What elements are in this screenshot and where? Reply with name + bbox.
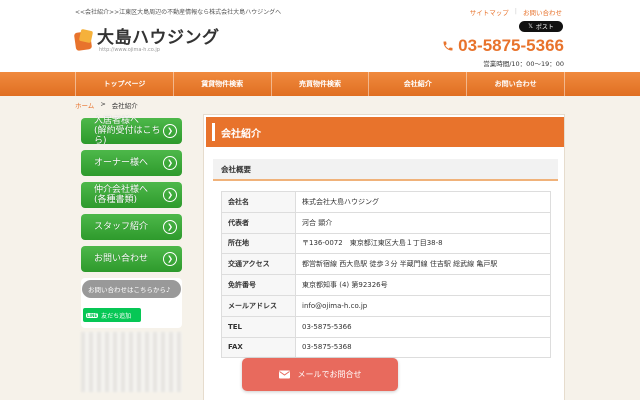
- business-hours: 営業時間/10：00～19：00: [483, 60, 564, 68]
- sidebar-button-label: 仲介会社様へ (各種書類): [94, 185, 149, 205]
- sidebar-owners-button[interactable]: オーナー様へ ❯: [81, 150, 182, 176]
- row-value: 03-5875-5368: [295, 336, 551, 359]
- chevron-right-icon: ❯: [163, 252, 177, 266]
- table-row: 交通アクセス 都営新宿線 西大島駅 徒歩３分 半蔵門線 住吉駅 総武線 亀戸駅: [221, 253, 551, 276]
- x-icon: 𝕏: [528, 23, 533, 30]
- row-label: 所在地: [221, 232, 296, 255]
- sidebar-staff-button[interactable]: スタッフ紹介 ❯: [81, 214, 182, 240]
- line-bubble: お問い合わせはこちらから♪: [82, 280, 181, 298]
- phone-icon: [443, 41, 453, 51]
- table-row: メールアドレス info@ojima-h.co.jp: [221, 294, 551, 317]
- row-label: 会社名: [221, 191, 296, 213]
- phone-text: 03-5875-5366: [458, 36, 564, 55]
- breadcrumb-separator: >: [100, 100, 106, 108]
- chevron-right-icon: ❯: [163, 124, 177, 138]
- row-value: 河合 顕介: [295, 211, 551, 234]
- line-icon: LINE: [86, 312, 99, 318]
- table-row: 代表者 河合 顕介: [221, 211, 551, 234]
- logo-name: 大島ハウジング: [97, 28, 220, 48]
- line-box: お問い合わせはこちらから♪ LINE 友だち追加: [81, 278, 182, 328]
- sidebar-button-label: スタッフ紹介: [94, 222, 149, 232]
- row-label: FAX: [221, 336, 296, 359]
- row-label: 交通アクセス: [221, 253, 296, 276]
- mail-contact-label: メールでお問合せ: [297, 370, 362, 379]
- table-row: 会社名 株式会社大島ハウジング: [221, 191, 551, 213]
- table-row: TEL 03-5875-5366: [221, 315, 551, 338]
- sidebar-button-label: お問い合わせ: [94, 254, 149, 264]
- sidebar-contact-button[interactable]: お問い合わせ ❯: [81, 246, 182, 272]
- utility-links: サイトマップ | お問い合わせ: [470, 7, 562, 17]
- row-value: info@ojima-h.co.jp: [295, 294, 551, 317]
- row-label: メールアドレス: [221, 294, 296, 317]
- qr-code: [81, 332, 182, 392]
- row-label: 免許番号: [221, 274, 296, 296]
- sidebar-agents-button[interactable]: 仲介会社様へ (各種書類) ❯: [81, 182, 182, 208]
- sidebar-button-label: オーナー様へ: [94, 158, 149, 168]
- nav-rental-search[interactable]: 賃貸物件検索: [172, 72, 271, 96]
- nav-company[interactable]: 会社紹介: [368, 72, 466, 96]
- page-title: 会社紹介: [221, 128, 261, 140]
- x-post-button[interactable]: 𝕏 ポスト: [519, 21, 563, 32]
- contact-link[interactable]: お問い合わせ: [523, 7, 562, 17]
- nav-contact[interactable]: お問い合わせ: [466, 72, 565, 96]
- chevron-right-icon: ❯: [163, 188, 177, 202]
- sidebar-button-label: 入居者様へ (解約受付はこちら): [94, 116, 161, 146]
- sidebar: 入居者様へ (解約受付はこちら) ❯ オーナー様へ ❯ 仲介会社様へ (各種書類…: [81, 116, 184, 392]
- row-value: 都営新宿線 西大島駅 徒歩３分 半蔵門線 住吉駅 総武線 亀戸駅: [295, 253, 551, 276]
- site-tagline: <<会社紹介>>江東区大島周辺の不動産情報なら株式会社大島ハウジングへ: [75, 9, 282, 16]
- table-row: 免許番号 東京都知事 (4) 第92326号: [221, 274, 551, 296]
- mail-contact-button[interactable]: メールでお問合せ: [242, 358, 398, 391]
- divider: |: [514, 7, 517, 15]
- breadcrumb-current: 会社紹介: [111, 102, 138, 110]
- chevron-right-icon: ❯: [163, 220, 177, 234]
- site-logo[interactable]: 大島ハウジング http://www.ojima-h.co.jp: [73, 28, 220, 53]
- phone-number[interactable]: 03-5875-5366: [442, 36, 564, 56]
- breadcrumb: ホーム > 会社紹介: [75, 100, 138, 110]
- line-add-label: 友だち追加: [101, 312, 132, 320]
- mail-icon: [278, 370, 290, 379]
- page-header: 会社紹介: [206, 117, 564, 147]
- row-value: 03-5875-5366: [295, 315, 551, 338]
- sitemap-link[interactable]: サイトマップ: [470, 7, 509, 17]
- x-post-label: ポスト: [535, 24, 554, 31]
- line-add-friend-button[interactable]: LINE 友だち追加: [83, 308, 141, 322]
- site-header: <<会社紹介>>江東区大島周辺の不動産情報なら株式会社大島ハウジングへ サイトマ…: [0, 0, 640, 72]
- nav-top[interactable]: トップページ: [75, 72, 173, 96]
- sidebar-tenants-button[interactable]: 入居者様へ (解約受付はこちら) ❯: [81, 116, 182, 146]
- row-value: 東京都知事 (4) 第92326号: [295, 274, 551, 296]
- section-title: 会社概要: [213, 159, 558, 181]
- row-label: TEL: [221, 315, 296, 338]
- header-bar: [212, 123, 215, 141]
- chevron-right-icon: ❯: [163, 156, 177, 170]
- row-label: 代表者: [221, 211, 296, 234]
- table-row: 所在地 〒136-0072 東京都江東区大島１丁目38-8: [221, 232, 551, 255]
- nav-sale-search[interactable]: 売買物件検索: [270, 72, 369, 96]
- table-row: FAX 03-5875-5368: [221, 336, 551, 359]
- row-value: 〒136-0072 東京都江東区大島１丁目38-8: [295, 232, 551, 255]
- company-info-table: 会社名 株式会社大島ハウジング 代表者 河合 顕介 所在地 〒136-0072 東京都江東…: [221, 191, 551, 359]
- main-nav: トップページ 賃貸物件検索 売買物件検索 会社紹介 お問い合わせ: [0, 72, 640, 96]
- logo-icon: [73, 28, 94, 52]
- row-value: 株式会社大島ハウジング: [295, 191, 551, 213]
- breadcrumb-home[interactable]: ホーム: [75, 100, 94, 110]
